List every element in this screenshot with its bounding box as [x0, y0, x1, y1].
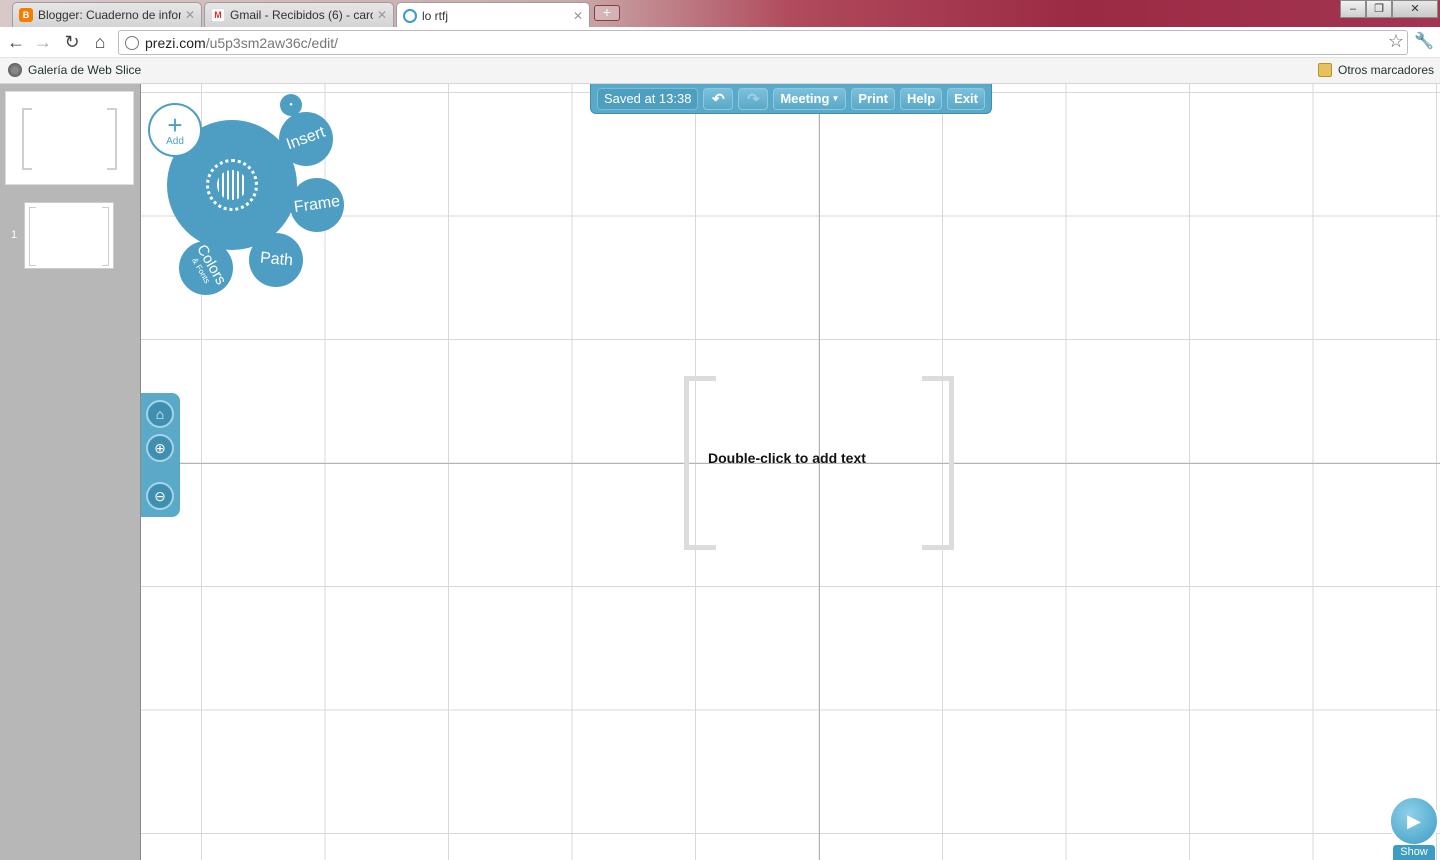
- forward-icon[interactable]: →: [32, 32, 54, 54]
- home-icon[interactable]: ⌂: [89, 32, 111, 54]
- help-button[interactable]: Help: [899, 87, 943, 110]
- tab-title: Gmail - Recibidos (6) - caro: [230, 8, 373, 22]
- center-axis-vertical: [819, 84, 820, 860]
- zoom-in-icon[interactable]: ⊕: [146, 434, 174, 462]
- bracket-left: [22, 108, 32, 170]
- tab-title: lo rtfj: [422, 8, 449, 23]
- gmail-icon: M: [211, 8, 225, 22]
- play-icon[interactable]: ▶: [1389, 796, 1439, 846]
- browser-toolbar: ← → ↻ ⌂ prezi.com /u5p3sm2aw36c/edit/ ☆ …: [0, 27, 1440, 58]
- reload-icon[interactable]: ↻: [61, 32, 83, 54]
- home-view-icon[interactable]: ⌂: [146, 400, 174, 428]
- path-bubble[interactable]: Path: [249, 233, 303, 287]
- meeting-label: Meeting: [780, 91, 830, 106]
- zoom-controls: ⌂ ⊕ ⊖: [141, 393, 180, 517]
- tab-gmail[interactable]: M Gmail - Recibidos (6) - caro ✕: [204, 2, 394, 27]
- saved-status: Saved at 13:38: [597, 87, 699, 110]
- path-step-number: 1: [11, 229, 18, 241]
- bookmark-label: Galería de Web Slice: [28, 63, 142, 77]
- chevron-down-icon: ▼: [831, 94, 840, 103]
- bracket-right: [102, 207, 109, 266]
- undo-icon[interactable]: ↶: [703, 87, 734, 110]
- insert-label: Insert: [284, 123, 328, 154]
- url-path: /u5p3sm2aw36c/edit/: [205, 34, 338, 51]
- globe-icon: [8, 63, 22, 77]
- bookmark-web-slice[interactable]: Galería de Web Slice: [8, 63, 141, 77]
- add-bubble[interactable]: + Add: [148, 103, 202, 157]
- prezi-logo-icon: [206, 159, 258, 211]
- browser-tab-strip: B Blogger: Cuaderno de infor ✕ M Gmail -…: [0, 0, 1440, 28]
- plus-icon: +: [167, 109, 183, 140]
- prezi-top-toolbar: Saved at 13:38 ↶ ↷ Meeting ▼ Print Help …: [590, 84, 992, 114]
- add-label: Add: [166, 135, 184, 147]
- close-window-button[interactable]: ✕: [1392, 0, 1438, 18]
- wrench-icon[interactable]: 🔧: [1414, 31, 1434, 51]
- address-bar[interactable]: prezi.com /u5p3sm2aw36c/edit/: [118, 30, 1408, 55]
- text-placeholder[interactable]: Double-click to add text: [708, 450, 866, 466]
- tab-prezi[interactable]: lo rtfj ✕: [396, 2, 590, 28]
- blogger-icon: B: [19, 8, 33, 22]
- minimize-button[interactable]: –: [1340, 0, 1366, 18]
- close-tab-icon[interactable]: ✕: [185, 8, 195, 22]
- bracket-right: [107, 108, 117, 170]
- zoom-out-icon[interactable]: ⊖: [146, 482, 174, 510]
- print-button[interactable]: Print: [851, 87, 895, 110]
- insert-bubble[interactable]: Insert: [279, 112, 333, 166]
- bookmark-label: Otros marcadores: [1338, 63, 1435, 77]
- folder-icon: [1318, 63, 1332, 77]
- meeting-button[interactable]: Meeting ▼: [773, 87, 847, 110]
- show-button-label[interactable]: Show: [1393, 845, 1435, 860]
- close-tab-icon[interactable]: ✕: [377, 8, 387, 22]
- tab-title: Blogger: Cuaderno de infor: [38, 8, 181, 22]
- bookmarks-bar: Galería de Web Slice Otros marcadores: [0, 58, 1440, 84]
- overview-thumbnail[interactable]: [5, 91, 134, 185]
- redo-icon[interactable]: ↷: [738, 87, 769, 110]
- frame-bubble[interactable]: Frame: [290, 178, 344, 232]
- back-icon[interactable]: ←: [5, 32, 27, 54]
- bracket-left: [29, 207, 36, 266]
- exit-button[interactable]: Exit: [947, 87, 985, 110]
- window-controls: – ❐ ✕: [1340, 0, 1438, 18]
- colors-fonts-bubble[interactable]: Colors & Fonts: [179, 241, 233, 295]
- tab-blogger[interactable]: B Blogger: Cuaderno de infor ✕: [12, 2, 202, 27]
- frame-bracket-right: [922, 376, 954, 550]
- bookmark-other[interactable]: Otros marcadores: [1318, 63, 1434, 77]
- restore-button[interactable]: ❐: [1366, 0, 1392, 18]
- path-label: Path: [258, 249, 294, 270]
- frame-label: Frame: [292, 192, 341, 217]
- page-info-icon[interactable]: [125, 35, 139, 50]
- path-step-thumbnail[interactable]: [24, 202, 114, 269]
- url-host: prezi.com: [145, 34, 206, 51]
- path-thumbnails-panel: 1: [0, 84, 141, 860]
- close-tab-icon[interactable]: ✕: [573, 9, 583, 23]
- bookmark-star-icon[interactable]: ☆: [1388, 31, 1404, 52]
- new-tab-button[interactable]: +: [594, 5, 620, 21]
- prezi-icon: [403, 8, 417, 23]
